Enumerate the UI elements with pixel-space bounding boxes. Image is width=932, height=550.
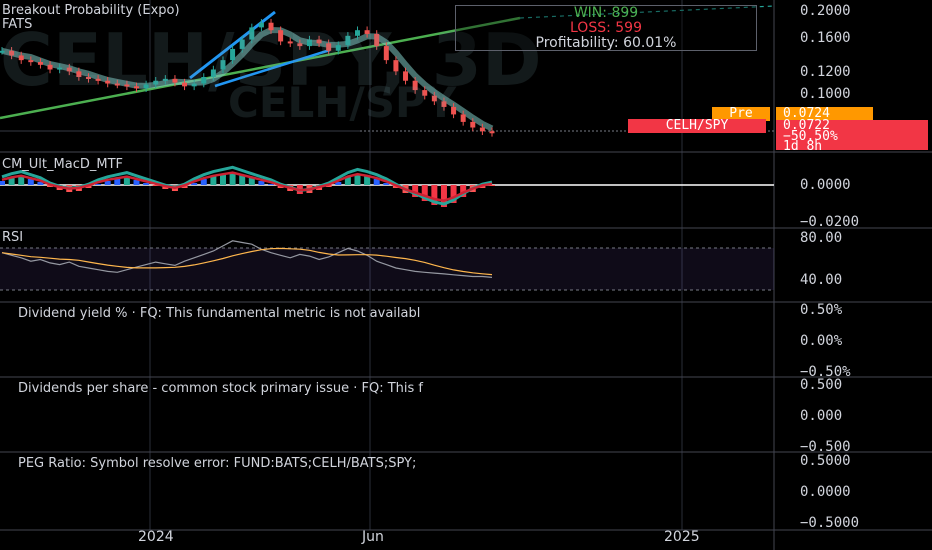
main-tick: 0.1000	[800, 86, 851, 102]
dividend-yield-tick: 0.50%	[800, 302, 843, 318]
candle-body	[335, 45, 341, 51]
moving-average-band	[1, 26, 494, 132]
rsi-tick: 40.00	[800, 272, 843, 288]
peg-tick: 0.5000	[800, 453, 851, 469]
candle-body	[249, 27, 255, 40]
candle-body	[393, 60, 399, 72]
candle-body	[124, 84, 130, 87]
candle-body	[287, 41, 293, 44]
candle-body	[143, 84, 149, 89]
breakout-stats-box: WIN: 899 LOSS: 599 Profitability: 60.01%	[455, 5, 757, 51]
candle-body	[95, 78, 101, 81]
candle-body	[201, 76, 207, 84]
symbol-price-label: CELH/SPY	[628, 119, 766, 133]
candle-body	[162, 78, 168, 81]
dividend-yield-title[interactable]: Dividend yield % · FQ: This fundamental …	[18, 306, 420, 321]
candle-body	[489, 131, 495, 134]
candle-body	[278, 30, 284, 42]
peg-tick: 0.0000	[800, 484, 851, 500]
macd-title[interactable]: CM_Ult_MacD_MTF	[2, 157, 123, 172]
candle-body	[37, 62, 43, 65]
candle-body	[57, 67, 63, 70]
candle-body	[479, 127, 485, 132]
x-axis-label: 2025	[664, 529, 700, 545]
candle-body	[172, 78, 178, 83]
candle-body	[76, 71, 82, 77]
candle-body	[374, 33, 380, 47]
candle-body	[28, 60, 34, 63]
candle-body	[412, 80, 418, 91]
rsi-pane[interactable]	[0, 240, 774, 291]
candle-body	[258, 22, 264, 28]
candle-body	[364, 30, 370, 34]
loss-count: LOSS: 599	[570, 20, 642, 36]
candle-body	[220, 60, 226, 70]
candle-body	[47, 64, 53, 70]
last-price-badge: 0.0722 −50.50% 1d 8h	[776, 119, 928, 154]
candle-body	[105, 80, 111, 84]
x-axis-label: 2024	[138, 529, 174, 545]
candle-body	[345, 35, 351, 46]
x-axis-label: Jun	[362, 529, 384, 545]
candle-body	[134, 86, 140, 89]
candle-body	[316, 39, 322, 44]
candle-body	[431, 95, 437, 102]
candle-body	[18, 55, 24, 61]
main-indicator-subtitle[interactable]: FATS	[2, 17, 32, 32]
candle-body	[422, 90, 428, 96]
main-tick: 0.2000	[800, 3, 851, 19]
candle-body	[114, 83, 120, 86]
main-indicator-title[interactable]: Breakout Probability (Expo)	[2, 3, 180, 18]
dividend-yield-tick: 0.00%	[800, 333, 843, 349]
candle-body	[0, 50, 5, 53]
main-tick: 0.1200	[800, 64, 851, 80]
bar-countdown: 1d 8h	[783, 139, 823, 154]
candle-body	[306, 39, 312, 47]
win-count: WIN: 899	[573, 5, 639, 21]
candle-body	[470, 121, 476, 128]
rsi-title[interactable]: RSI	[2, 230, 23, 245]
rsi-band	[0, 248, 774, 290]
candle-body	[354, 30, 360, 36]
candle-body	[297, 43, 303, 47]
candle-body	[460, 114, 466, 122]
main-tick: 0.1600	[800, 30, 851, 46]
candle-body	[451, 106, 457, 115]
candle-body	[66, 67, 72, 72]
candle-body	[326, 43, 332, 51]
candle-body	[9, 50, 15, 56]
macd-histogram-bar	[114, 179, 121, 185]
profitability: Profitability: 60.01%	[535, 35, 677, 51]
dividends-per-share-title[interactable]: Dividends per share - common stock prima…	[18, 381, 423, 396]
price-scale[interactable]: 0.2000 0.1600 0.1200 0.1000 0.0000 −0.02…	[774, 0, 932, 550]
macd-pane[interactable]	[0, 165, 774, 207]
candle-body	[210, 69, 216, 77]
dps-tick: 0.500	[800, 377, 843, 393]
candle-body	[191, 83, 197, 87]
candle-body	[383, 46, 389, 61]
macd-tick: −0.0200	[800, 214, 860, 230]
candle-body	[403, 71, 409, 81]
rsi-tick: 80.00	[800, 230, 843, 246]
candle-body	[182, 82, 188, 87]
peg-tick: −0.5000	[800, 515, 860, 531]
macd-histogram-bar	[143, 183, 150, 185]
dps-tick: 0.000	[800, 408, 843, 424]
candle-body	[230, 48, 236, 61]
candle-body	[153, 80, 159, 85]
candle-body	[441, 101, 447, 107]
macd-histogram-bar	[0, 181, 5, 185]
candle-body	[239, 39, 245, 49]
macd-tick: 0.0000	[800, 177, 851, 193]
candle-body	[85, 76, 91, 79]
candle-body	[268, 22, 274, 31]
peg-ratio-title[interactable]: PEG Ratio: Symbol resolve error: FUND:BA…	[18, 456, 416, 471]
